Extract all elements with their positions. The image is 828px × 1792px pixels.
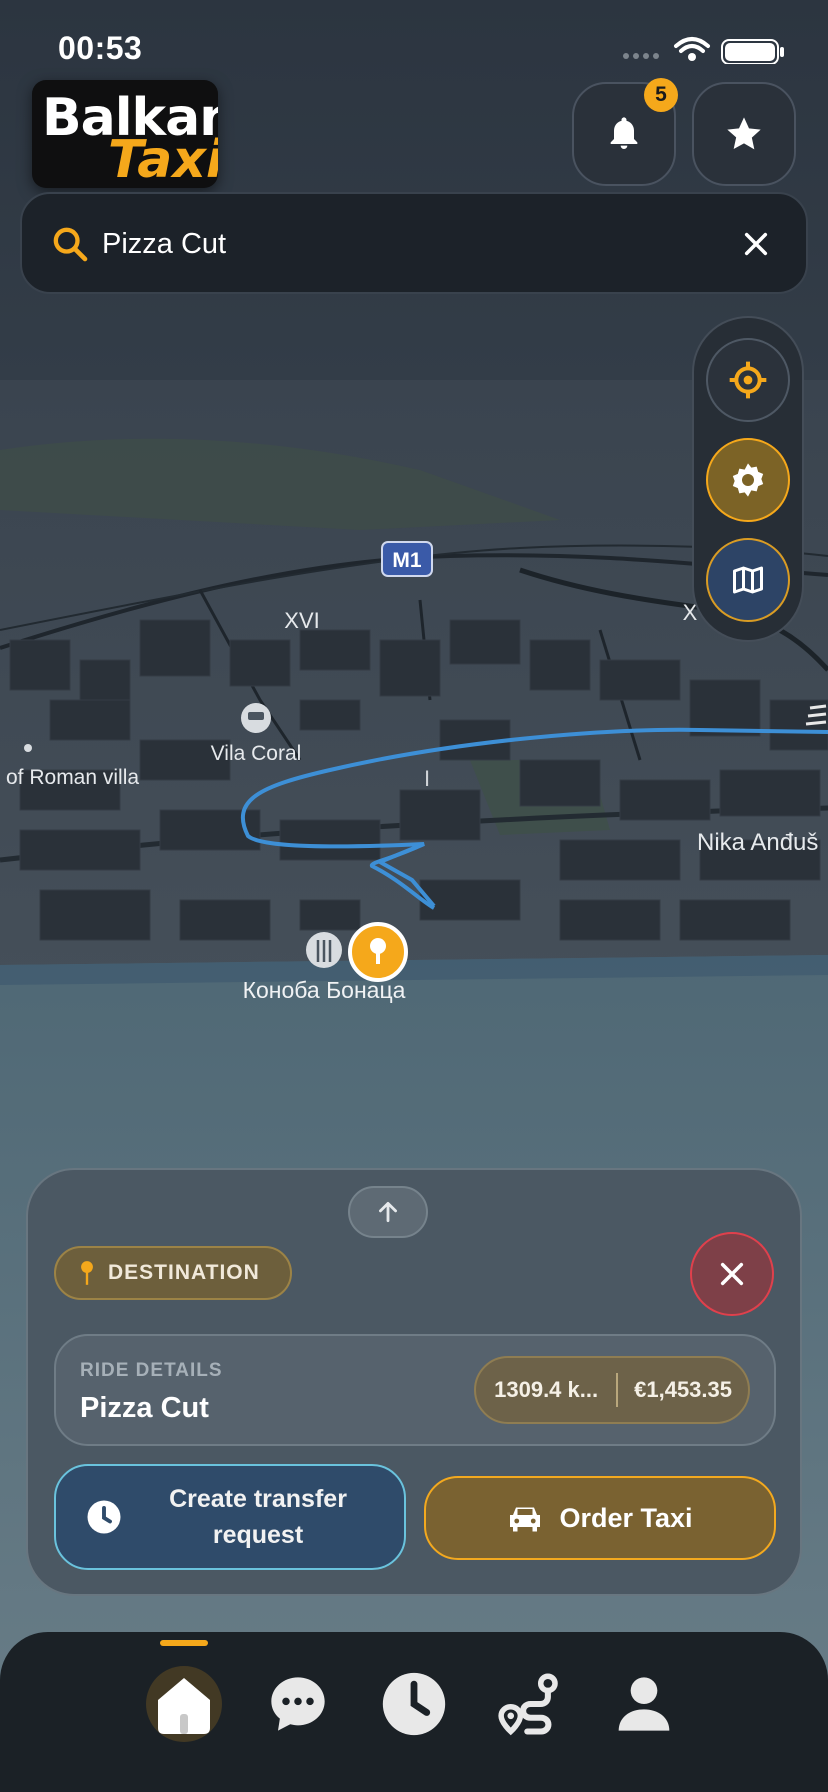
app-logo: Balkan Taxi [32,80,218,188]
clock-icon [382,1672,446,1736]
map-label-nika: Nika Anđuš [697,829,818,856]
map-icon [733,566,763,594]
chat-icon [271,1677,325,1731]
ride-details-card: RIDE DETAILS Pizza Cut 1309.4 k... €1,45… [54,1334,776,1446]
logo-line-2: Taxi [108,130,218,188]
nav-routes[interactable] [490,1664,570,1744]
ride-estimate-pill: 1309.4 k... €1,453.35 [474,1356,750,1424]
nav-home[interactable] [144,1664,224,1744]
clock-icon [87,1500,121,1534]
clear-search-button[interactable] [734,222,778,266]
ride-bottom-sheet: DESTINATION RIDE DETAILS Pizza Cut 1309.… [26,1168,802,1596]
ride-distance: 1309.4 k... [494,1377,599,1402]
active-tab-indicator [160,1640,208,1646]
expand-sheet-button[interactable] [348,1186,428,1238]
close-icon [720,1262,744,1286]
search-bar[interactable] [20,192,808,294]
map-label-roman-villa: of Roman villa [6,766,139,789]
notifications-button[interactable]: 5 [572,78,678,186]
svg-text:I: I [424,766,430,791]
cancel-destination-button[interactable] [690,1232,774,1316]
status-bar: 00:53 [0,0,828,80]
order-button-label: Order Taxi [559,1502,693,1533]
star-icon [727,117,761,150]
map-label-xvi: XVI [284,608,319,633]
status-icons [623,37,784,64]
bottom-navigation [0,1632,828,1792]
bell-icon [610,117,638,149]
order-taxi-button[interactable]: Order Taxi [424,1476,776,1560]
gear-icon [732,463,764,497]
close-icon [744,232,768,256]
destination-label: DESTINATION [108,1261,260,1284]
ride-price: €1,453.35 [634,1377,732,1402]
notification-badge: 5 [644,78,678,112]
ride-details-label: RIDE DETAILS [80,1360,223,1381]
car-icon [510,1507,541,1532]
pin-icon [81,1261,93,1285]
arrow-up-icon [379,1201,397,1223]
map-controls [692,316,804,642]
map-settings-button[interactable] [706,438,790,522]
route-icon [498,1673,558,1736]
cellular-icon [623,53,659,59]
favorites-button[interactable] [692,82,796,186]
transfer-button-label: Create transfer request [169,1485,347,1549]
wifi-icon [674,37,710,53]
nav-profile[interactable] [604,1664,684,1744]
destination-chip: DESTINATION [54,1246,292,1300]
locate-me-button[interactable] [706,338,790,422]
map-label-konoba: Коноба Бонаца [243,977,406,1003]
user-icon [618,1677,670,1731]
create-transfer-request-button[interactable]: Create transfer request [54,1464,406,1570]
map-label-vila-coral: Vila Coral [211,742,302,765]
nav-chat[interactable] [258,1664,338,1744]
map-view-button[interactable] [706,538,790,622]
map-label-m1: M1 [392,549,421,572]
search-icon [53,227,88,262]
status-time: 00:53 [58,30,143,66]
crosshair-icon [729,361,767,399]
nav-history[interactable] [374,1664,454,1744]
search-input[interactable] [102,216,702,272]
battery-icon [721,39,784,64]
home-icon [146,1666,222,1742]
ride-destination-name: Pizza Cut [80,1392,209,1424]
